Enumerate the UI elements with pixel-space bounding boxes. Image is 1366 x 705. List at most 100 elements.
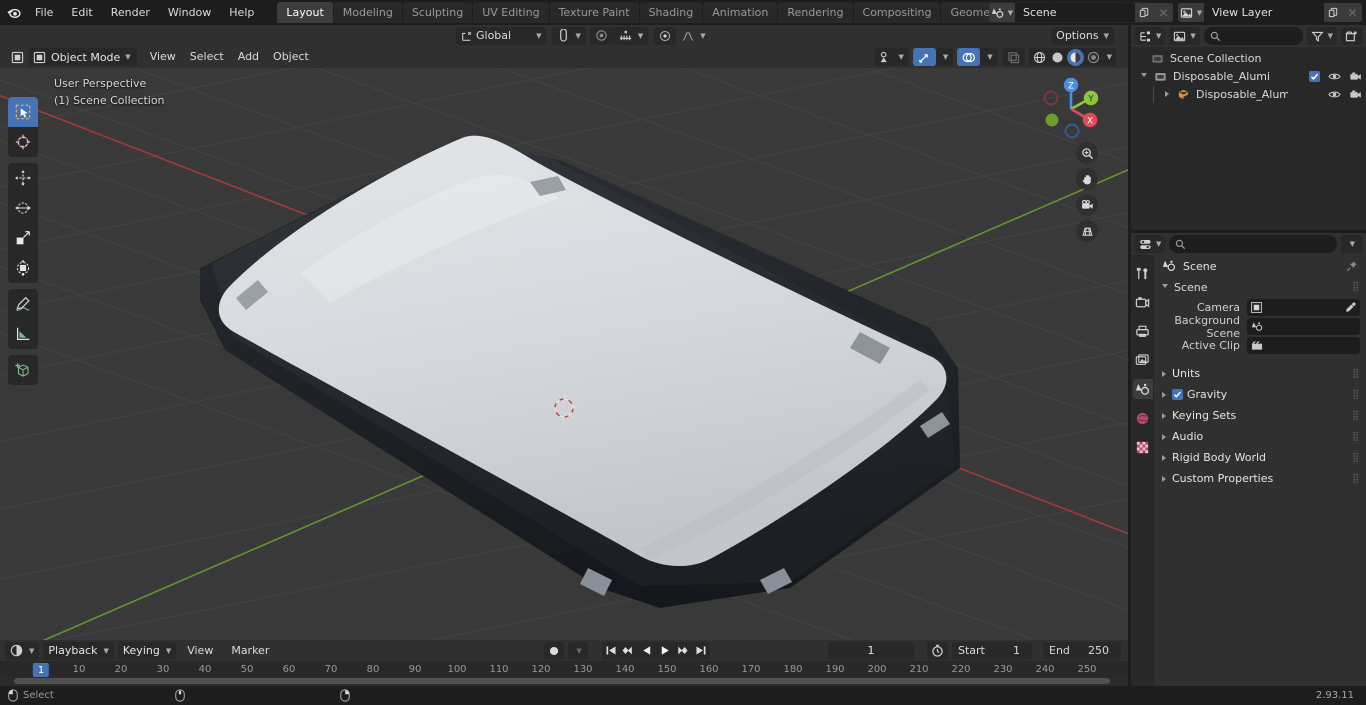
use-preview-range-toggle[interactable] bbox=[927, 641, 948, 660]
properties-panel-custom-properties[interactable]: Custom Properties ⣿ bbox=[1154, 468, 1366, 489]
active-clip-value-input[interactable] bbox=[1247, 337, 1360, 354]
xray-toggle[interactable] bbox=[1001, 48, 1025, 66]
properties-tab-scene[interactable] bbox=[1132, 379, 1153, 399]
keying-dropdown[interactable]: Keying ▼ bbox=[117, 641, 177, 660]
properties-panel-keying-sets[interactable]: Keying Sets ⣿ bbox=[1154, 405, 1366, 426]
transform-orientation-dropdown[interactable]: Global ▼ bbox=[456, 26, 547, 45]
material-preview-shading-button[interactable] bbox=[1066, 48, 1084, 66]
timeline-ruler[interactable]: 10 20 30 40 50 60 70 80 90 100 110 120 1… bbox=[0, 661, 1128, 686]
interaction-mode-dropdown[interactable]: Object Mode ▼ bbox=[29, 48, 137, 66]
current-frame-input[interactable]: 1 bbox=[828, 641, 914, 660]
tab-rendering[interactable]: Rendering bbox=[778, 2, 853, 23]
blender-logo-icon[interactable] bbox=[0, 0, 26, 25]
auto-keying-toggle[interactable] bbox=[544, 641, 565, 660]
panel-drag-dots[interactable]: ⣿ bbox=[1352, 282, 1360, 292]
panel-drag-dots[interactable]: ⣿ bbox=[1352, 390, 1360, 400]
panel-expand-triangle-icon[interactable] bbox=[1162, 454, 1166, 461]
snap-during-transform-toggle[interactable] bbox=[654, 26, 677, 45]
panel-expand-triangle-icon[interactable] bbox=[1162, 370, 1166, 377]
rotate-tool[interactable] bbox=[8, 193, 38, 223]
view-layer-selector[interactable]: ▼ View Layer ✕ bbox=[1178, 3, 1362, 22]
properties-panel-audio[interactable]: Audio ⣿ bbox=[1154, 426, 1366, 447]
tab-layout[interactable]: Layout bbox=[277, 2, 333, 23]
tab-compositing[interactable]: Compositing bbox=[853, 2, 941, 23]
viewport-menu-view[interactable]: View bbox=[143, 48, 183, 66]
menu-help[interactable]: Help bbox=[220, 3, 263, 22]
chevron-down-icon[interactable]: ▼ bbox=[1107, 53, 1112, 61]
properties-panel-rigid-body-world[interactable]: Rigid Body World ⣿ bbox=[1154, 447, 1366, 468]
wireframe-shading-button[interactable] bbox=[1031, 49, 1048, 66]
outliner-filter-button[interactable]: ▼ bbox=[1306, 27, 1337, 45]
outliner-id-filter-dropdown[interactable]: ▼ bbox=[1169, 27, 1200, 45]
properties-editor-type-button[interactable]: ▼ bbox=[1135, 235, 1166, 253]
panel-expand-triangle-icon[interactable] bbox=[1162, 283, 1168, 291]
unlink-scene-button[interactable]: ✕ bbox=[1154, 3, 1173, 22]
viewport-canvas[interactable]: User Perspective (1) Scene Collection Z … bbox=[0, 68, 1128, 640]
exclude-collection-checkbox[interactable] bbox=[1309, 70, 1320, 82]
outliner-new-collection-button[interactable] bbox=[1341, 27, 1362, 45]
outliner-row-object[interactable]: Disposable_Aluminum_F bbox=[1131, 85, 1366, 103]
new-scene-button[interactable] bbox=[1135, 3, 1154, 22]
tab-animation[interactable]: Animation bbox=[703, 2, 778, 23]
panel-drag-dots[interactable]: ⣿ bbox=[1352, 432, 1360, 442]
timeline-horizontal-scrollbar[interactable] bbox=[14, 678, 1110, 684]
proportional-falloff-dropdown[interactable]: ▼ bbox=[612, 26, 649, 45]
rendered-shading-button[interactable] bbox=[1085, 49, 1102, 66]
outliner-search-input[interactable] bbox=[1203, 27, 1303, 45]
play-reverse-button[interactable] bbox=[638, 642, 656, 660]
panel-drag-dots[interactable]: ⣿ bbox=[1352, 474, 1360, 484]
add-cube-tool[interactable] bbox=[8, 355, 38, 385]
properties-tab-render[interactable] bbox=[1133, 292, 1153, 312]
panel-expand-triangle-icon[interactable] bbox=[1162, 433, 1166, 440]
measure-tool[interactable] bbox=[8, 319, 38, 349]
outliner-display-mode-dropdown[interactable]: ▼ bbox=[1135, 27, 1166, 45]
panel-expand-triangle-icon[interactable] bbox=[1162, 475, 1166, 482]
viewport-menu-select[interactable]: Select bbox=[183, 48, 231, 66]
annotate-tool[interactable] bbox=[8, 289, 38, 319]
timeline-menu-marker[interactable]: Marker bbox=[224, 642, 276, 660]
overlays-options-dropdown[interactable]: ▼ bbox=[980, 48, 998, 66]
move-tool[interactable] bbox=[8, 163, 38, 193]
properties-tab-texture[interactable] bbox=[1133, 437, 1153, 457]
menu-edit[interactable]: Edit bbox=[62, 3, 101, 22]
scene-selector[interactable]: ▼ Scene ✕ bbox=[989, 3, 1173, 22]
viewport-menu-add[interactable]: Add bbox=[231, 48, 266, 66]
jump-to-start-button[interactable] bbox=[602, 642, 620, 660]
view-layer-icon[interactable]: ▼ bbox=[1178, 3, 1204, 22]
proportional-editing-toggle[interactable] bbox=[589, 26, 613, 45]
hide-in-viewport-eye-icon[interactable] bbox=[1328, 71, 1341, 82]
menu-window[interactable]: Window bbox=[159, 3, 220, 22]
scene-icon[interactable]: ▼ bbox=[989, 3, 1015, 22]
properties-tab-world[interactable] bbox=[1133, 408, 1153, 428]
jump-to-prev-keyframe-button[interactable] bbox=[620, 642, 638, 660]
transform-tool[interactable] bbox=[8, 253, 38, 283]
play-button[interactable] bbox=[656, 642, 674, 660]
pan-hand-icon[interactable] bbox=[1076, 168, 1098, 190]
zoom-icon[interactable] bbox=[1076, 142, 1098, 164]
gizmo-options-dropdown[interactable]: ▼ bbox=[935, 48, 954, 66]
camera-value-input[interactable] bbox=[1247, 299, 1360, 316]
tab-sculpting[interactable]: Sculpting bbox=[402, 2, 473, 23]
tweak-select-box-tool[interactable] bbox=[8, 97, 38, 127]
properties-panel-units[interactable]: Units ⣿ bbox=[1154, 363, 1366, 384]
scene-name-field[interactable]: Scene bbox=[1015, 3, 1135, 22]
viewport-menu-object[interactable]: Object bbox=[266, 48, 316, 66]
playback-dropdown[interactable]: Playback ▼ bbox=[43, 641, 114, 660]
cursor-tool[interactable] bbox=[8, 127, 38, 157]
panel-expand-triangle-icon[interactable] bbox=[1162, 391, 1166, 398]
overlays-toggle[interactable] bbox=[957, 48, 981, 66]
background-scene-value-input[interactable] bbox=[1247, 318, 1360, 335]
properties-tab-tool[interactable] bbox=[1133, 263, 1153, 283]
gizmo-toggle[interactable] bbox=[912, 48, 936, 66]
properties-panel-scene-header[interactable]: Scene ⣿ bbox=[1154, 277, 1366, 297]
hide-in-viewport-eye-icon[interactable] bbox=[1328, 89, 1341, 100]
tab-modeling[interactable]: Modeling bbox=[333, 2, 402, 23]
disable-in-renders-camera-icon[interactable] bbox=[1349, 89, 1362, 100]
solid-shading-button[interactable] bbox=[1049, 49, 1066, 66]
editor-type-button[interactable] bbox=[6, 48, 29, 66]
frame-start-input[interactable]: Start 1 bbox=[952, 641, 1032, 660]
view-layer-name-field[interactable]: View Layer bbox=[1204, 3, 1324, 22]
jump-to-end-button[interactable] bbox=[692, 642, 710, 660]
jump-to-next-keyframe-button[interactable] bbox=[674, 642, 692, 660]
frame-end-input[interactable]: End 250 bbox=[1043, 641, 1121, 660]
